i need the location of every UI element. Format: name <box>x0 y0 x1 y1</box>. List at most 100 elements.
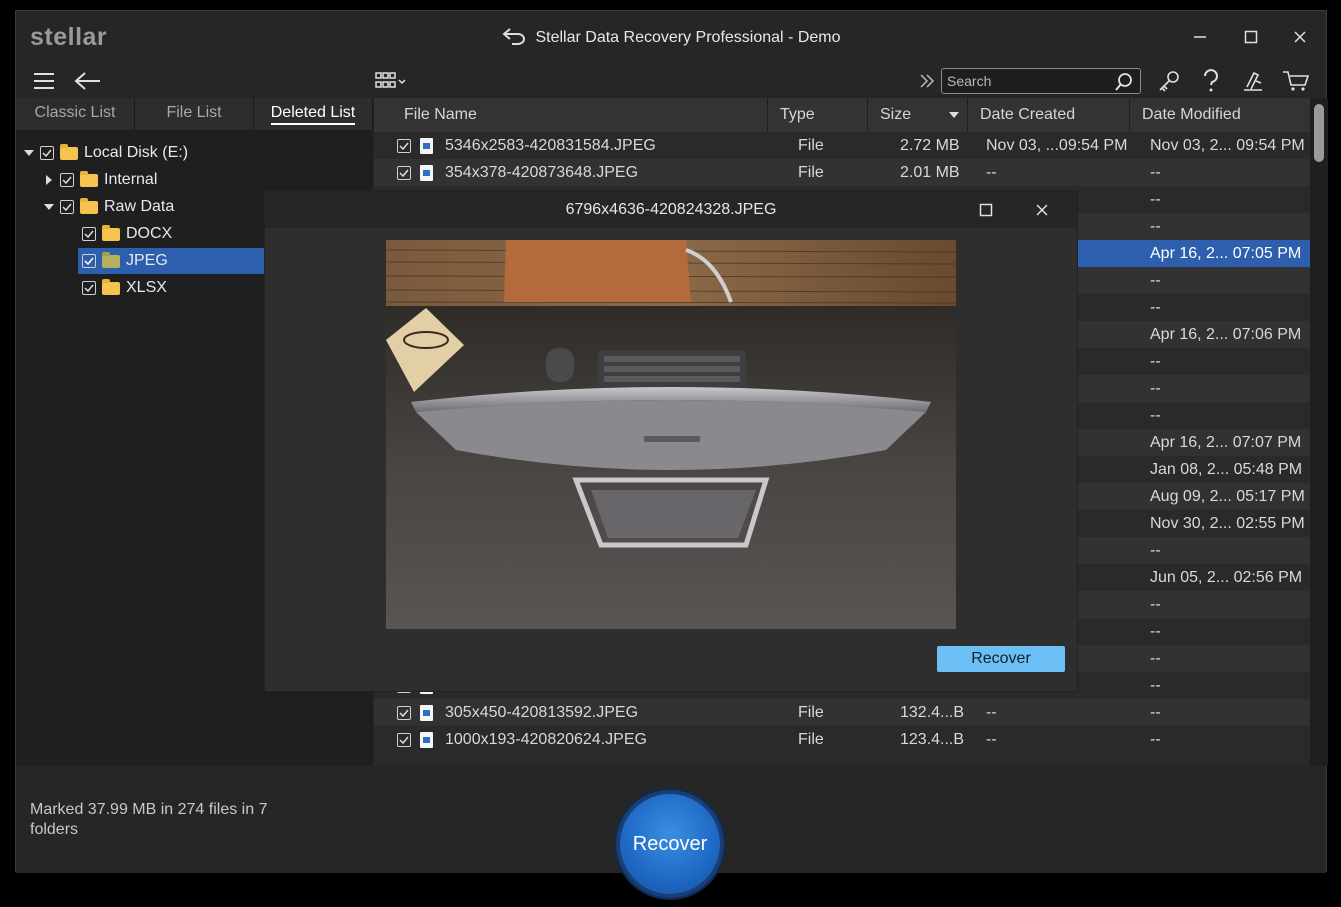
date-modified: -- <box>1150 298 1161 316</box>
cart-icon[interactable] <box>1282 68 1310 94</box>
column-file-name[interactable]: File Name <box>374 98 768 132</box>
date-modified: Apr 16, 2... 07:05 PM <box>1150 244 1302 262</box>
tree-item-xlsx[interactable]: XLSX <box>78 275 167 301</box>
table-row[interactable]: 5346x2583-420831584.JPEG File 2.72 MB Nov 0… <box>374 132 1310 159</box>
checkbox-checked-icon[interactable] <box>60 173 74 187</box>
date-modified: -- <box>1150 190 1161 208</box>
double-chevron-icon[interactable] <box>918 71 936 91</box>
checkbox-checked-icon[interactable] <box>82 281 96 295</box>
close-icon[interactable] <box>1032 200 1052 220</box>
file-name: 354x378-420873648.JPEG <box>445 163 639 181</box>
date-modified: -- <box>1150 649 1161 667</box>
recover-button[interactable]: Recover <box>616 790 724 898</box>
column-type[interactable]: Type <box>768 98 868 132</box>
help-icon[interactable] <box>1200 68 1222 94</box>
checkbox-checked-icon[interactable] <box>82 227 96 241</box>
column-size[interactable]: Size <box>868 98 968 132</box>
column-date-modified[interactable]: Date Modified <box>1130 98 1310 132</box>
vertical-scrollbar[interactable] <box>1310 98 1328 766</box>
file-size: 2.72 MB <box>900 136 960 154</box>
checkbox-checked-icon[interactable] <box>397 165 411 180</box>
jpeg-file-icon <box>420 164 433 181</box>
expand-arrow-icon[interactable] <box>22 149 36 157</box>
table-row[interactable]: 305x450-420813592.JPEG File 132.4...B -- -- <box>374 699 1310 726</box>
tree-item-label: Internal <box>104 171 158 188</box>
window-title: Stellar Data Recovery Professional - Dem… <box>16 27 1326 47</box>
date-modified: Apr 16, 2... 07:07 PM <box>1150 433 1302 451</box>
checkbox-checked-icon[interactable] <box>40 146 54 160</box>
menu-icon[interactable] <box>32 69 56 93</box>
date-modified: -- <box>1150 217 1161 235</box>
date-modified: Nov 03, 2... 09:54 PM <box>1150 136 1305 154</box>
jpeg-file-icon <box>420 137 433 154</box>
date-created: Nov 03, ...09:54 PM <box>986 136 1128 154</box>
date-modified: Aug 09, 2... 05:17 PM <box>1150 487 1305 505</box>
tree-item-internal[interactable]: Internal <box>42 167 157 193</box>
search-input[interactable] <box>942 69 1107 93</box>
row-checkbox[interactable] <box>374 732 420 747</box>
row-checkbox[interactable] <box>374 705 420 720</box>
window-title-text: Stellar Data Recovery Professional - Dem… <box>535 29 841 46</box>
file-name: 1000x193-420820624.JPEG <box>445 730 647 748</box>
folder-icon <box>80 197 98 214</box>
preview-image <box>386 240 956 629</box>
preview-recover-button[interactable]: Recover <box>937 646 1065 672</box>
minimize-icon[interactable] <box>1188 25 1212 49</box>
row-checkbox[interactable] <box>374 138 420 153</box>
file-name: 5346x2583-420831584.JPEG <box>445 136 656 154</box>
jpeg-file-icon <box>420 731 433 748</box>
date-modified: -- <box>1150 622 1161 640</box>
checkbox-checked-icon[interactable] <box>397 732 411 747</box>
date-modified: -- <box>1150 676 1161 694</box>
file-name-cell: 305x450-420813592.JPEG <box>420 704 782 722</box>
date-modified: -- <box>1150 271 1161 289</box>
file-name: 305x450-420813592.JPEG <box>445 703 639 721</box>
row-checkbox[interactable] <box>374 165 420 180</box>
tree-item-docx[interactable]: DOCX <box>78 221 172 247</box>
collapse-arrow-icon[interactable] <box>42 175 56 185</box>
table-row[interactable]: 354x378-420873648.JPEG File 2.01 MB -- -- <box>374 159 1310 186</box>
date-modified: Nov 30, 2... 02:55 PM <box>1150 514 1305 532</box>
date-modified: -- <box>1150 730 1161 748</box>
key-icon[interactable] <box>1156 68 1182 94</box>
folder-icon <box>102 278 120 295</box>
title-bar: stellar Stellar Data Recovery Profession… <box>16 11 1326 63</box>
tree-item-label: Local Disk (E:) <box>84 144 189 161</box>
tree-item-label: DOCX <box>126 225 173 242</box>
preview-dialog: 6796x4636-420824328.JPEG Recover <box>265 191 1077 691</box>
tree-item-jpeg[interactable]: JPEG <box>78 248 265 274</box>
preview-title: 6796x4636-420824328.JPEG <box>265 191 1077 228</box>
back-icon[interactable] <box>74 69 102 93</box>
tab-deleted-list[interactable]: Deleted List <box>254 98 373 130</box>
column-size-label: Size <box>880 106 912 123</box>
checkbox-checked-icon[interactable] <box>82 254 96 268</box>
scrollbar-thumb[interactable] <box>1314 104 1324 162</box>
checkbox-checked-icon[interactable] <box>60 200 74 214</box>
maximize-icon[interactable] <box>976 200 996 220</box>
close-icon[interactable] <box>1288 25 1312 49</box>
file-name-cell: 354x378-420873648.JPEG <box>420 164 782 182</box>
tab-file-list[interactable]: File List <box>135 98 254 130</box>
table-header: File Name Type Size Date Created Date Mo… <box>374 98 1310 132</box>
folder-icon <box>60 143 78 160</box>
scan-wand-icon[interactable] <box>1240 68 1266 94</box>
search-box <box>941 68 1141 94</box>
file-size: 2.01 MB <box>900 163 960 181</box>
date-modified: -- <box>1150 352 1161 370</box>
tree-item-raw-data[interactable]: Raw Data <box>42 194 174 220</box>
checkbox-checked-icon[interactable] <box>397 138 411 153</box>
checkbox-checked-icon[interactable] <box>397 705 411 720</box>
file-type: File <box>798 703 824 721</box>
table-row[interactable]: 1000x193-420820624.JPEG File 123.4...B -- -- <box>374 726 1310 753</box>
view-grid-icon[interactable] <box>374 69 408 93</box>
date-created: -- <box>986 163 997 181</box>
date-modified: -- <box>1150 406 1161 424</box>
date-created: -- <box>986 730 997 748</box>
expand-arrow-icon[interactable] <box>42 203 56 211</box>
column-date-created[interactable]: Date Created <box>968 98 1130 132</box>
tree-item-local-disk[interactable]: Local Disk (E:) <box>22 140 188 166</box>
tab-classic-list[interactable]: Classic List <box>16 98 135 130</box>
maximize-icon[interactable] <box>1239 25 1263 49</box>
search-icon[interactable] <box>1114 72 1134 97</box>
jpeg-file-icon <box>420 704 433 721</box>
